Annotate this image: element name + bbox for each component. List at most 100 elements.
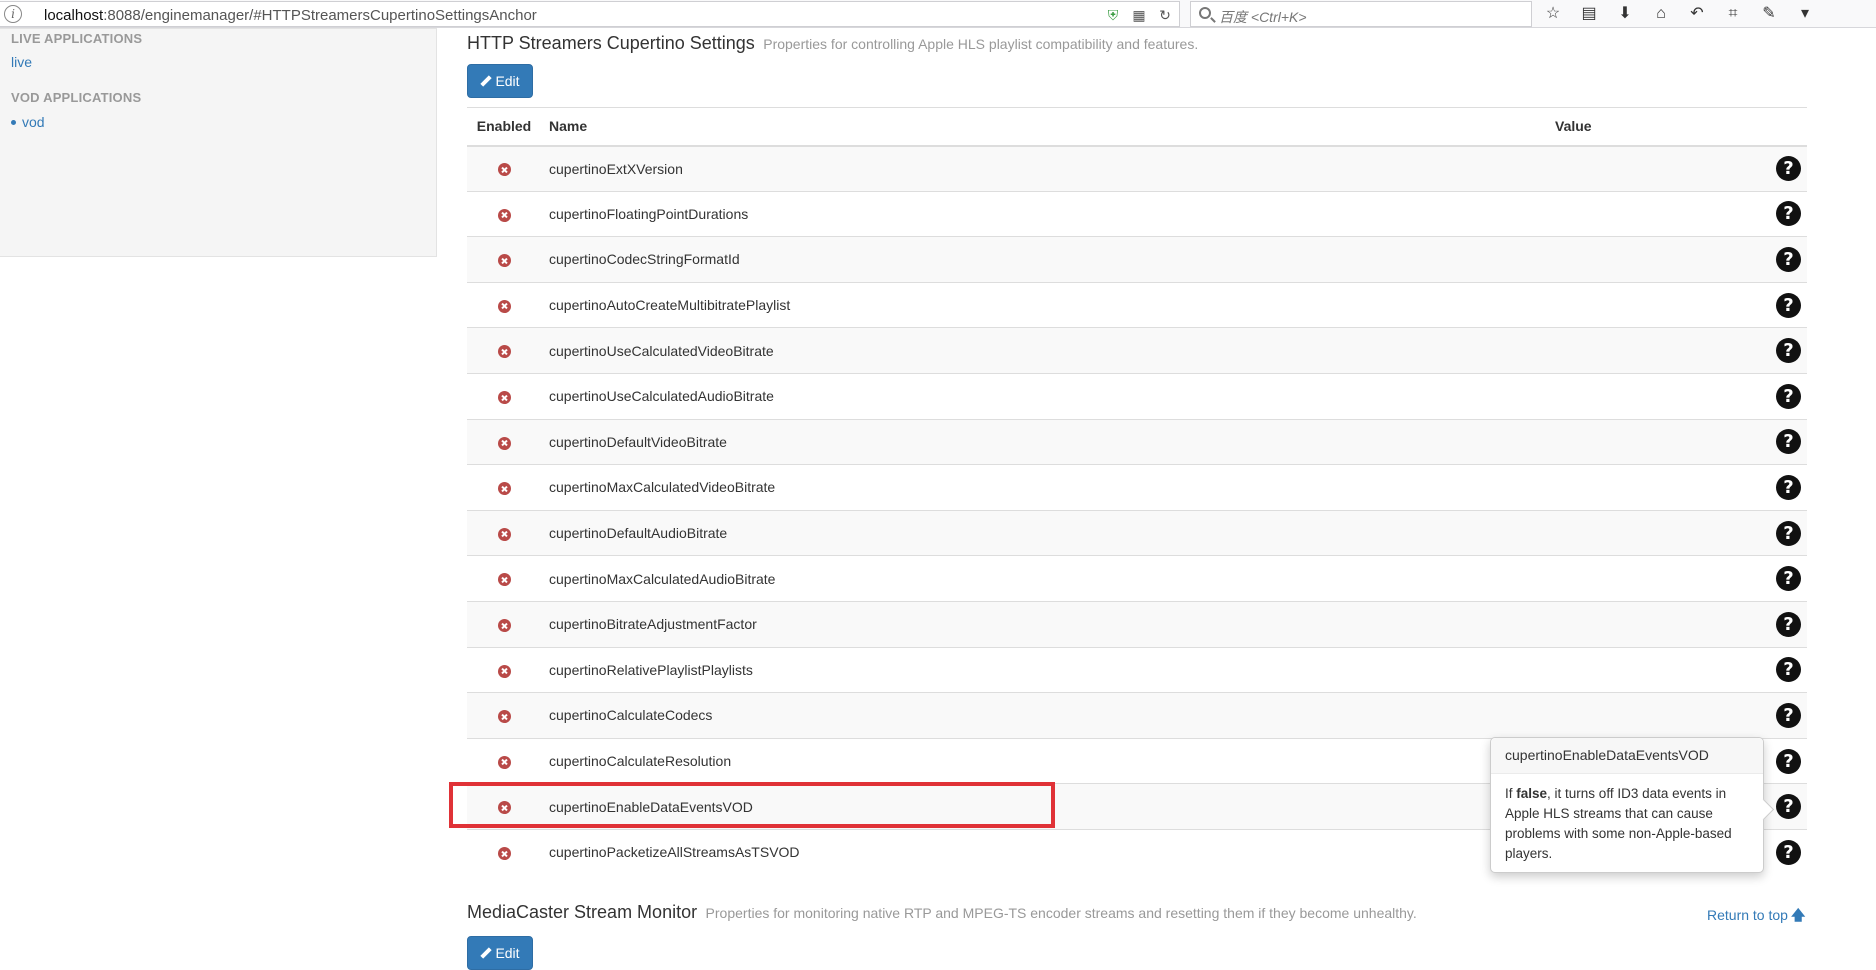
help-question-icon[interactable]: ? <box>1776 520 1801 546</box>
help-question-icon[interactable]: ? <box>1776 657 1801 683</box>
popover-body-prefix: If <box>1505 786 1517 801</box>
help-question-icon[interactable]: ? <box>1776 246 1801 272</box>
help-cell: ? <box>1757 646 1807 693</box>
home-icon[interactable]: ⌂ <box>1648 4 1674 24</box>
column-header-enabled: Enabled <box>467 107 541 147</box>
property-value <box>1547 372 1757 420</box>
table-row: cupertinoDefaultAudioBitrate? <box>467 509 1807 556</box>
qr-code-icon[interactable]: ▦ <box>1130 6 1148 24</box>
help-question-icon[interactable]: ? <box>1776 611 1801 637</box>
property-name: cupertinoMaxCalculatedAudioBitrate <box>541 555 1547 602</box>
return-to-top-label: Return to top <box>1707 907 1788 923</box>
property-name: cupertinoUseCalculatedVideoBitrate <box>541 327 1547 374</box>
table-row: cupertinoUseCalculatedAudioBitrate? <box>467 372 1807 420</box>
menu-chevron-icon[interactable]: ▾ <box>1792 4 1818 24</box>
section-title: HTTP Streamers Cupertino Settings Proper… <box>467 33 1198 54</box>
browser-toolbar: i localhost:8088/enginemanager/#HTTPStre… <box>0 0 1876 28</box>
active-dot-icon <box>11 119 16 125</box>
property-name: cupertinoPacketizeAllStreamsAsTSVOD <box>541 828 1547 875</box>
help-question-icon[interactable]: ? <box>1776 338 1801 364</box>
url-text[interactable]: localhost:8088/enginemanager/#HTTPStream… <box>44 7 537 24</box>
return-to-top-link[interactable]: Return to top 🡅 <box>1707 905 1805 929</box>
help-cell: ? <box>1757 509 1807 556</box>
disabled-x-icon <box>497 527 511 541</box>
shield-icon[interactable]: ⛨ <box>1104 6 1122 24</box>
help-question-icon[interactable]: ? <box>1776 201 1801 227</box>
disabled-x-icon <box>497 436 511 450</box>
url-bar[interactable]: i localhost:8088/enginemanager/#HTTPStre… <box>0 1 1180 27</box>
property-name: cupertinoMaxCalculatedVideoBitrate <box>541 464 1547 511</box>
enabled-cell <box>467 281 541 328</box>
property-name: cupertinoCodecStringFormatId <box>541 236 1547 283</box>
disabled-x-icon <box>497 664 511 678</box>
edit-label: Edit <box>495 73 520 89</box>
property-value <box>1547 600 1757 648</box>
help-cell: ? <box>1757 692 1807 739</box>
help-question-icon[interactable]: ? <box>1776 383 1801 409</box>
table-row: cupertinoMaxCalculatedVideoBitrate? <box>467 464 1807 511</box>
table-row: cupertinoRelativePlaylistPlaylists? <box>467 646 1807 693</box>
enabled-cell <box>467 600 541 648</box>
help-question-icon[interactable]: ? <box>1776 702 1801 728</box>
help-cell: ? <box>1757 464 1807 511</box>
help-question-icon[interactable]: ? <box>1776 748 1801 774</box>
enabled-cell <box>467 555 541 602</box>
help-question-icon[interactable]: ? <box>1776 474 1801 500</box>
help-question-icon[interactable]: ? <box>1776 156 1801 182</box>
enabled-cell <box>467 737 541 784</box>
search-input[interactable]: 百度 <Ctrl+K> <box>1190 1 1532 27</box>
enabled-cell <box>467 418 541 465</box>
disabled-x-icon <box>497 345 511 359</box>
property-name: cupertinoCalculateCodecs <box>541 692 1547 739</box>
bookmark-star-icon[interactable]: ☆ <box>1540 4 1566 24</box>
column-header-value: Value <box>1547 107 1757 147</box>
table-row: cupertinoUseCalculatedVideoBitrate? <box>467 327 1807 374</box>
sidebar-item-live[interactable]: live <box>11 54 32 70</box>
enabled-cell <box>467 236 541 283</box>
page-title: HTTP Streamers Cupertino Settings <box>467 33 755 53</box>
property-value <box>1547 692 1757 739</box>
help-popover: cupertinoEnableDataEventsVOD If false, i… <box>1490 737 1764 873</box>
table-header: Enabled Name Value <box>467 107 1807 147</box>
help-question-icon[interactable]: ? <box>1776 794 1801 820</box>
popover-body: If false, it turns off ID3 data events i… <box>1491 774 1763 874</box>
disabled-x-icon <box>497 619 511 633</box>
help-question-icon[interactable]: ? <box>1776 566 1801 592</box>
edit-button[interactable]: Edit <box>467 64 533 98</box>
search-placeholder: 百度 <Ctrl+K> <box>1219 9 1307 25</box>
table-row: cupertinoMaxCalculatedAudioBitrate? <box>467 555 1807 602</box>
property-value <box>1547 190 1757 237</box>
help-question-icon[interactable]: ? <box>1776 429 1801 455</box>
help-cell: ? <box>1757 327 1807 374</box>
page-subtitle: Properties for controlling Apple HLS pla… <box>763 36 1199 52</box>
table-row: cupertinoBitrateAdjustmentFactor? <box>467 600 1807 648</box>
live-applications-heading: LIVE APPLICATIONS <box>11 31 143 46</box>
crop-icon[interactable]: ⌗ <box>1720 4 1746 24</box>
popover-body-bold: false <box>1516 786 1548 801</box>
reload-icon[interactable]: ↻ <box>1156 6 1174 24</box>
property-value <box>1547 646 1757 693</box>
enabled-cell <box>467 692 541 739</box>
disabled-x-icon <box>497 755 511 769</box>
property-value <box>1547 236 1757 283</box>
highlight-annotation <box>449 782 1055 828</box>
mediacaster-edit-button[interactable]: Edit <box>467 936 533 970</box>
mediacaster-subtitle: Properties for monitoring native RTP and… <box>705 905 1417 921</box>
help-cell: ? <box>1757 600 1807 648</box>
site-info-icon[interactable]: i <box>4 5 22 23</box>
reading-list-icon[interactable]: ▤ <box>1576 4 1602 24</box>
table-row: cupertinoAutoCreateMultibitratePlaylist? <box>467 281 1807 328</box>
help-cell: ? <box>1757 145 1807 192</box>
download-icon[interactable]: ⬇ <box>1612 4 1638 24</box>
undo-icon[interactable]: ↶ <box>1684 4 1710 24</box>
disabled-x-icon <box>497 710 511 724</box>
sidebar-item-vod[interactable]: vod <box>11 114 45 130</box>
property-name: cupertinoDefaultVideoBitrate <box>541 418 1547 465</box>
help-question-icon[interactable]: ? <box>1776 292 1801 318</box>
property-name: cupertinoCalculateResolution <box>541 737 1547 784</box>
help-cell: ? <box>1757 236 1807 283</box>
help-question-icon[interactable]: ? <box>1776 839 1801 865</box>
enabled-cell <box>467 646 541 693</box>
property-name: cupertinoFloatingPointDurations <box>541 190 1547 237</box>
extension-icon[interactable]: ✎ <box>1756 4 1782 24</box>
